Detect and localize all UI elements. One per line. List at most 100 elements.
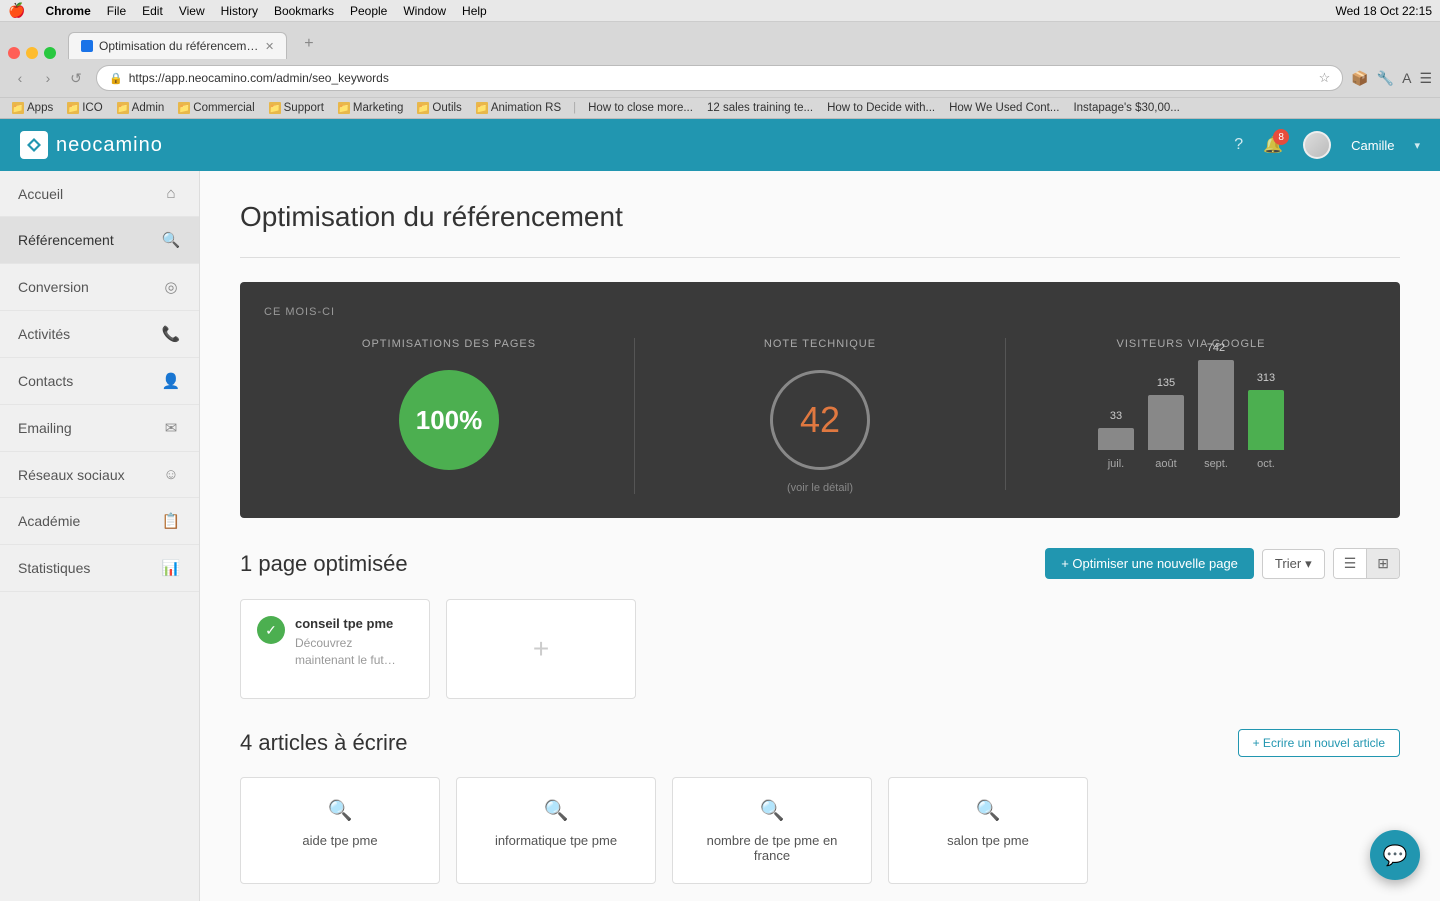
bookmark-apps-label: Apps <box>27 102 53 114</box>
bookmark-support[interactable]: 📁 Support <box>265 101 328 115</box>
bookmark-marketing[interactable]: 📁 Marketing <box>334 101 408 115</box>
refresh-button[interactable]: ↺ <box>64 66 88 90</box>
sort-button[interactable]: Trier ▾ <box>1262 549 1325 579</box>
menu-history[interactable]: History <box>221 4 258 18</box>
page-card-conseil-title: conseil tpe pme <box>295 616 413 631</box>
article-card-informatique[interactable]: 🔍 informatique tpe pme <box>456 777 656 884</box>
bookmark-ico-label: ICO <box>82 102 102 114</box>
menu-edit[interactable]: Edit <box>142 4 163 18</box>
neocamino-logo-icon <box>20 131 48 159</box>
bookmark-how-decide[interactable]: How to Decide with... <box>823 101 939 115</box>
bar-juil: 33 juil. <box>1098 410 1134 470</box>
bookmark-admin[interactable]: 📁 Admin <box>113 101 169 115</box>
write-article-button[interactable]: + Ecrire un nouvel article <box>1238 729 1400 757</box>
new-tab-button[interactable]: + <box>291 28 327 59</box>
bookmark-commercial-label: Commercial <box>193 102 254 114</box>
bar-oct: 313 oct. <box>1248 372 1284 470</box>
sidebar-label-contacts: Contacts <box>18 373 73 389</box>
bookmark-separator: | <box>573 102 576 114</box>
apple-logo-icon: 🍎 <box>8 2 25 19</box>
add-page-plus-icon: + <box>533 633 549 665</box>
mail-icon: ✉ <box>161 419 181 437</box>
menu-help[interactable]: Help <box>462 4 487 18</box>
bookmark-link-label: Instapage's $30,00... <box>1073 102 1179 114</box>
bookmark-animation[interactable]: 📁 Animation RS <box>472 101 565 115</box>
article-card-nombre[interactable]: 🔍 nombre de tpe pme en france <box>672 777 872 884</box>
mac-time: Wed 18 Oct 22:15 <box>1335 4 1432 18</box>
traffic-light-maximize[interactable] <box>44 47 56 59</box>
page-card-add[interactable]: + <box>446 599 636 699</box>
sidebar-item-conversion[interactable]: Conversion ◎ <box>0 264 199 311</box>
sidebar-item-reseaux[interactable]: Réseaux sociaux ☺ <box>0 452 199 498</box>
menu-bookmarks[interactable]: Bookmarks <box>274 4 334 18</box>
page-card-conseil[interactable]: ✓ conseil tpe pme Découvrez maintenant l… <box>240 599 430 699</box>
bookmark-how-close[interactable]: How to close more... <box>584 101 697 115</box>
bar-sept-bar <box>1198 360 1234 450</box>
sidebar-label-reseaux: Réseaux sociaux <box>18 467 125 483</box>
browser-tab[interactable]: Optimisation du référencemen… ✕ <box>68 32 287 59</box>
list-view-button[interactable]: ☰ <box>1334 549 1368 578</box>
grid-view-button[interactable]: ⊞ <box>1367 549 1399 578</box>
sidebar-label-accueil: Accueil <box>18 186 63 202</box>
folder-icon: 📁 <box>117 102 129 114</box>
menu-people[interactable]: People <box>350 4 387 18</box>
traffic-light-minimize[interactable] <box>26 47 38 59</box>
sidebar-label-emailing: Emailing <box>18 420 72 436</box>
bar-oct-value: 313 <box>1257 372 1275 384</box>
article-card-aide[interactable]: 🔍 aide tpe pme <box>240 777 440 884</box>
menu-view[interactable]: View <box>179 4 205 18</box>
optimized-pages-header: 1 page optimisée + Optimiser une nouvell… <box>240 548 1400 579</box>
sidebar-label-statistiques: Statistiques <box>18 560 90 576</box>
article-card-salon[interactable]: 🔍 salon tpe pme <box>888 777 1088 884</box>
view-toggle: ☰ ⊞ <box>1333 548 1400 579</box>
traffic-light-close[interactable] <box>8 47 20 59</box>
article-informatique-title: informatique tpe pme <box>473 833 639 848</box>
add-page-button[interactable]: + Optimiser une nouvelle page <box>1045 548 1254 579</box>
score-detail[interactable]: (voir le détail) <box>635 482 1005 494</box>
bookmark-ico[interactable]: 📁 ICO <box>63 101 106 115</box>
mac-menubar: 🍎 Chrome File Edit View History Bookmark… <box>0 0 1440 22</box>
dropbox-icon[interactable]: 📦 <box>1351 70 1368 87</box>
browser-menu-icon[interactable]: ☰ <box>1419 70 1432 87</box>
tab-close-icon[interactable]: ✕ <box>265 40 274 53</box>
menu-window[interactable]: Window <box>403 4 446 18</box>
sidebar-item-academie[interactable]: Académie 📋 <box>0 498 199 545</box>
bookmark-outils[interactable]: 📁 Outils <box>413 101 465 115</box>
extension-icon-2[interactable]: A <box>1402 70 1411 86</box>
extension-icon-1[interactable]: 🔧 <box>1377 70 1394 87</box>
bookmark-apps[interactable]: 📁 Apps <box>8 101 57 115</box>
browser-nav-buttons: ‹ › ↺ <box>8 66 88 90</box>
articles-section-header: 4 articles à écrire + Ecrire un nouvel a… <box>240 729 1400 757</box>
bookmark-star-icon[interactable]: ☆ <box>1319 70 1331 86</box>
bar-aout-bar <box>1148 395 1184 450</box>
bar-aout-label: août <box>1155 458 1176 470</box>
folder-icon: 📁 <box>269 102 281 114</box>
pages-circle-progress: 100% <box>399 370 499 470</box>
bookmark-commercial[interactable]: 📁 Commercial <box>174 101 258 115</box>
address-bar[interactable]: 🔒 https://app.neocamino.com/admin/seo_ke… <box>96 65 1343 91</box>
bookmark-instapage[interactable]: Instapage's $30,00... <box>1069 101 1183 115</box>
sidebar-item-statistiques[interactable]: Statistiques 📊 <box>0 545 199 592</box>
sidebar-item-accueil[interactable]: Accueil ⌂ <box>0 171 199 217</box>
chat-button[interactable]: 💬 <box>1370 830 1420 880</box>
back-button[interactable]: ‹ <box>8 66 32 90</box>
notification-button[interactable]: 🔔 8 <box>1263 135 1283 155</box>
user-avatar[interactable] <box>1303 131 1331 159</box>
menu-file[interactable]: File <box>107 4 126 18</box>
score-circle[interactable]: 42 <box>770 370 870 470</box>
sidebar-item-activites[interactable]: Activités 📞 <box>0 311 199 358</box>
sidebar-item-emailing[interactable]: Emailing ✉ <box>0 405 199 452</box>
bookmark-12-sales[interactable]: 12 sales training te... <box>703 101 817 115</box>
user-dropdown-icon[interactable]: ▾ <box>1414 139 1420 152</box>
articles-section-title: 4 articles à écrire <box>240 730 408 756</box>
bookmark-how-used[interactable]: How We Used Cont... <box>945 101 1063 115</box>
stats-note-title: NOTE TECHNIQUE <box>635 338 1005 350</box>
browser-controls: ‹ › ↺ 🔒 https://app.neocamino.com/admin/… <box>0 59 1440 97</box>
article-aide-title: aide tpe pme <box>257 833 423 848</box>
menu-chrome[interactable]: Chrome <box>45 4 90 18</box>
sidebar-item-referencement[interactable]: Référencement 🔍 <box>0 217 199 264</box>
app-wrapper: neocamino ? 🔔 8 Camille ▾ Accueil ⌂ Réfé… <box>0 119 1440 901</box>
help-icon[interactable]: ? <box>1234 136 1243 154</box>
forward-button[interactable]: › <box>36 66 60 90</box>
sidebar-item-contacts[interactable]: Contacts 👤 <box>0 358 199 405</box>
